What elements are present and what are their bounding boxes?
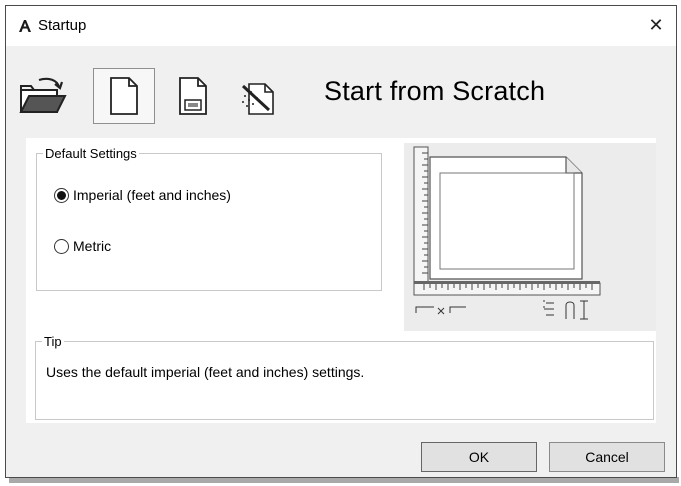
- tip-legend: Tip: [44, 334, 62, 349]
- close-button[interactable]: ✕: [642, 11, 670, 39]
- imperial-radio[interactable]: Imperial (feet and inches): [54, 187, 231, 203]
- use-wizard-button[interactable]: [228, 68, 290, 124]
- autocad-logo-icon: [18, 19, 32, 33]
- cancel-button[interactable]: Cancel: [549, 442, 665, 472]
- drawing-sheet-preview-icon: [413, 146, 601, 320]
- imperial-label: Imperial (feet and inches): [73, 187, 231, 203]
- default-settings-legend: Default Settings: [45, 146, 137, 161]
- units-icon: [543, 300, 588, 320]
- metric-radio[interactable]: Metric: [54, 238, 111, 254]
- default-settings-group: Default Settings: [36, 146, 382, 291]
- template-icon: [179, 77, 207, 115]
- width-by-height-icon: [415, 306, 466, 315]
- wizard-icon: [241, 83, 274, 115]
- startup-dialog: Startup ✕ Start from Scratch Default Set…: [5, 5, 677, 478]
- window-title: Startup: [38, 17, 87, 34]
- open-folder-icon: [19, 77, 67, 113]
- radio-button-selected[interactable]: [54, 187, 69, 203]
- drawing-preview: [404, 143, 656, 331]
- startup-toolbar: Start from Scratch: [6, 46, 676, 126]
- ok-button[interactable]: OK: [421, 442, 537, 472]
- radio-button-unselected[interactable]: [54, 238, 69, 254]
- start-from-scratch-button[interactable]: [93, 68, 155, 124]
- settings-panel: Default Settings Imperial (feet and inch…: [26, 138, 656, 423]
- metric-label: Metric: [73, 238, 112, 254]
- title-bar: Startup ✕: [6, 6, 676, 46]
- mode-title: Start from Scratch: [324, 76, 546, 106]
- close-icon: ✕: [648, 14, 664, 35]
- use-template-button[interactable]: [162, 68, 224, 124]
- tip-text: Uses the default imperial (feet and inch…: [46, 364, 365, 380]
- blank-page-icon: [110, 77, 138, 115]
- open-drawing-button[interactable]: [12, 68, 74, 124]
